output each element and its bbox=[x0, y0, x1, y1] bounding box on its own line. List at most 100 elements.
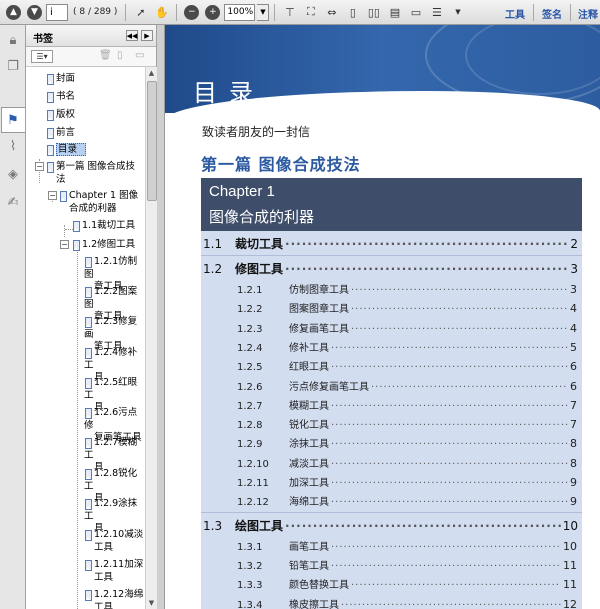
bookmark-label: 1.2.12海绵 bbox=[94, 589, 144, 600]
two-page-button[interactable]: ▯▯ bbox=[364, 3, 383, 22]
bookmark-item[interactable]: 前言 bbox=[46, 127, 75, 140]
fit-page-button[interactable]: ⛶ bbox=[301, 3, 320, 22]
chevron-down-icon: ▼ bbox=[455, 8, 461, 16]
toc-entry-title: 加深工具 bbox=[289, 478, 329, 489]
toc-entry[interactable]: 1.2.3 修复画笔工具 4 bbox=[201, 320, 582, 335]
bookmarks-scrollbar[interactable]: ▲ ▼ bbox=[145, 67, 157, 609]
actual-size-button[interactable]: ⊤ bbox=[280, 3, 299, 22]
toc-entry-page: 3 bbox=[570, 283, 577, 296]
continuous-button[interactable]: ▤ bbox=[385, 3, 404, 22]
collapse-toggle[interactable]: − bbox=[60, 240, 69, 249]
next-page-button[interactable]: ▼ bbox=[25, 3, 44, 22]
collapse-panel-button[interactable]: ◀◀ bbox=[126, 30, 138, 41]
reading-mode-button[interactable]: ☰ bbox=[427, 3, 446, 22]
toc-entry[interactable]: 1.2.11 加深工具 9 bbox=[201, 474, 582, 489]
scroll-down-button[interactable]: ▼ bbox=[146, 597, 157, 609]
page-number-input[interactable]: i bbox=[46, 3, 68, 21]
toc-entry[interactable]: 1.2.2 图案图章工具 4 bbox=[201, 300, 582, 315]
toc-leader-dots bbox=[331, 497, 568, 508]
collapse-toggle[interactable]: − bbox=[35, 162, 44, 171]
toc-entry[interactable]: 1.2.6 污点修复画笔工具 6 bbox=[201, 378, 582, 393]
toolbar-separator bbox=[125, 3, 127, 21]
bookmark-page-icon bbox=[46, 128, 54, 139]
sign-menu[interactable]: 签名 bbox=[542, 6, 562, 21]
toc-entry[interactable]: 1.2.10 减淡工具 8 bbox=[201, 455, 582, 470]
toc-entry[interactable]: 1.1 裁切工具 2 bbox=[201, 235, 582, 252]
bookmark-item[interactable]: 1.2.10减淡 工具 bbox=[84, 529, 143, 554]
bookmark-item-selected[interactable]: 目录 bbox=[46, 143, 87, 157]
bookmark-item[interactable]: 1.2.11加深 工具 bbox=[84, 559, 143, 584]
toc-entry[interactable]: 1.2.1 仿制图章工具 3 bbox=[201, 281, 582, 296]
chevron-right-icon: ▶ bbox=[144, 31, 150, 40]
chapter-title: 图像合成的利器 bbox=[209, 208, 315, 226]
bookmark-page-icon bbox=[84, 560, 92, 571]
expand-bookmark-button[interactable]: ▭ bbox=[135, 50, 144, 61]
page-count: ( 8 / 289 ) bbox=[73, 7, 118, 17]
signature-icon[interactable]: ✍ bbox=[4, 193, 22, 211]
bookmark-item[interactable]: 第一篇 图像合成技法 bbox=[46, 161, 135, 186]
toc-entry[interactable]: 1.2.4 修补工具 5 bbox=[201, 339, 582, 354]
toc-entry[interactable]: 1.3.2 铅笔工具 11 bbox=[201, 557, 582, 572]
zoom-out-button[interactable]: − bbox=[182, 3, 201, 22]
layers-icon[interactable]: ◈ bbox=[4, 165, 22, 183]
bookmark-label: 1.1裁切工具 bbox=[82, 220, 136, 231]
toc-entry[interactable]: 1.3 绘图工具 10 bbox=[201, 517, 582, 534]
zoom-level-input[interactable]: 100% bbox=[224, 3, 256, 21]
toc-entry[interactable]: 1.3.4 橡皮擦工具 12 bbox=[201, 596, 582, 609]
select-tool-button[interactable]: ➚ bbox=[131, 3, 150, 22]
expand-icon: ▭ bbox=[135, 50, 145, 61]
delete-bookmark-button[interactable]: 🗑︎ bbox=[99, 50, 112, 61]
zoom-dropdown-button[interactable]: ▼ bbox=[257, 3, 270, 21]
close-panel-button[interactable]: ▶ bbox=[141, 30, 153, 41]
paperclip-icon[interactable]: ⌇ bbox=[4, 137, 22, 155]
bookmark-icon[interactable]: ⚑ bbox=[4, 111, 22, 129]
lock-icon[interactable]: 🔒︎ bbox=[4, 31, 22, 49]
bookmarks-toolbar: ☰▾ 🗑︎ ▯ ▭ bbox=[26, 47, 156, 67]
bookmark-item[interactable]: Chapter 1 图像 合成的利器 bbox=[59, 190, 138, 215]
single-page-button[interactable]: ▯ bbox=[343, 3, 362, 22]
hand-tool-button[interactable]: ✋ bbox=[152, 3, 171, 22]
full-screen-button[interactable]: ▭ bbox=[406, 3, 425, 22]
toc-entry-title: 模糊工具 bbox=[289, 400, 329, 412]
bookmark-item[interactable]: 1.1裁切工具 bbox=[72, 220, 135, 233]
comment-menu[interactable]: 注释 bbox=[578, 6, 598, 21]
previous-page-button[interactable]: ▲ bbox=[4, 3, 23, 22]
new-bookmark-button[interactable]: ▯ bbox=[117, 50, 123, 61]
toc-entry[interactable]: 1.2.7 模糊工具 7 bbox=[201, 397, 582, 412]
toc-entry[interactable]: 1.2 修图工具 3 bbox=[201, 260, 582, 277]
minus-icon: − bbox=[184, 4, 200, 20]
toolbar-more-button[interactable]: ▼ bbox=[448, 3, 467, 22]
bookmark-item[interactable]: 封面 bbox=[46, 73, 75, 86]
toc-entry[interactable]: 1.2.9 涂抹工具 8 bbox=[201, 435, 582, 450]
bookmark-options-button[interactable]: ☰▾ bbox=[31, 50, 53, 63]
bookmark-item[interactable]: 版权 bbox=[46, 109, 75, 122]
toc-entry[interactable]: 1.2.8 锐化工具 7 bbox=[201, 416, 582, 431]
toc-entry-page: 5 bbox=[570, 340, 577, 354]
toc-entry-number: 1.2 bbox=[203, 262, 223, 276]
bookmark-page-icon bbox=[84, 348, 92, 359]
toc-entry[interactable]: 1.3.3 颜色替换工具 11 bbox=[201, 576, 582, 591]
toc-entry[interactable]: 1.3.1 画笔工具 10 bbox=[201, 538, 582, 553]
bookmark-item[interactable]: 1.2修图工具 bbox=[72, 239, 135, 252]
bookmark-label: 1.2.11加深 bbox=[94, 559, 144, 570]
fit-width-button[interactable]: ⇔ bbox=[322, 3, 341, 22]
scrollbar-thumb[interactable] bbox=[147, 81, 157, 201]
pages-icon[interactable]: ❐ bbox=[4, 57, 22, 75]
bookmarks-panel-title: 书签 bbox=[33, 34, 53, 45]
bookmark-item[interactable]: 书名 bbox=[46, 91, 75, 104]
bookmark-label: 书名 bbox=[56, 91, 76, 102]
collapse-toggle[interactable]: − bbox=[48, 191, 57, 200]
tools-menu[interactable]: 工具 bbox=[505, 6, 525, 21]
pane-splitter[interactable] bbox=[157, 25, 165, 609]
zoom-in-button[interactable]: + bbox=[203, 3, 222, 22]
toc-entry[interactable]: 1.2.5 红眼工具 6 bbox=[201, 358, 582, 373]
toc-entry-number: 1.2.2 bbox=[237, 304, 263, 316]
bookmark-page-icon bbox=[46, 92, 54, 103]
scroll-up-button[interactable]: ▲ bbox=[146, 67, 157, 79]
toc-entry-number: 1.2.1 bbox=[237, 285, 263, 296]
document-view[interactable]: 目录 致读者朋友的一封信 第一篇 图像合成技法 Chapter 1 图像合成的利… bbox=[165, 25, 600, 609]
toc-entry[interactable]: 1.2.12 海绵工具 9 bbox=[201, 493, 582, 508]
bookmark-item[interactable]: 1.2.12海绵 工具 bbox=[84, 589, 143, 609]
toc-entry-page: 4 bbox=[570, 302, 577, 316]
bookmark-page-icon bbox=[84, 408, 92, 419]
